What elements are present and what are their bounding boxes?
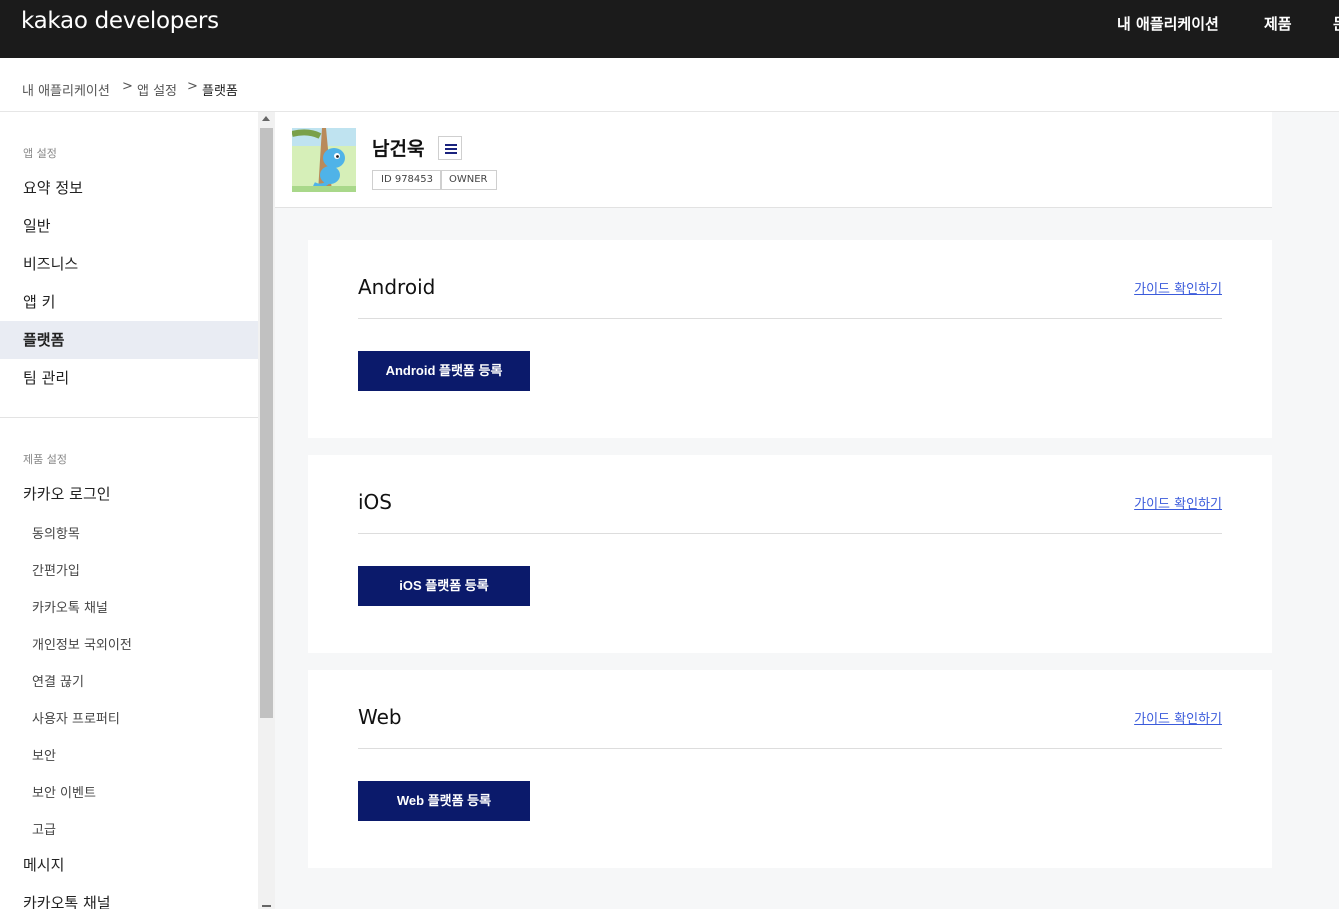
sidebar-section-product-settings: 제품 설정 — [23, 453, 67, 466]
platform-panel-ios: iOS 가이드 확인하기 iOS 플랫폼 등록 — [308, 455, 1272, 653]
nav-docs[interactable]: 문 — [1333, 13, 1339, 34]
panel-divider — [358, 748, 1222, 749]
sidebar-item-general[interactable]: 일반 — [0, 207, 258, 245]
sidebar-item-kakao-login[interactable]: 카카오 로그인 — [0, 475, 258, 513]
guide-link-ios[interactable]: 가이드 확인하기 — [1134, 493, 1222, 512]
sidebar-item-summary[interactable]: 요약 정보 — [0, 169, 258, 207]
guide-link-web[interactable]: 가이드 확인하기 — [1134, 708, 1222, 727]
sidebar-item-app-keys[interactable]: 앱 키 — [0, 283, 258, 321]
sidebar-subitem-kakaotalk-channel[interactable]: 카카오톡 채널 — [32, 597, 108, 616]
sidebar-subitem-security[interactable]: 보안 — [32, 745, 56, 764]
register-android-button[interactable]: Android 플랫폼 등록 — [358, 351, 530, 391]
app-name: 남건욱 — [372, 138, 425, 160]
register-ios-button[interactable]: iOS 플랫폼 등록 — [358, 566, 530, 606]
platform-panel-web: Web 가이드 확인하기 Web 플랫폼 등록 — [308, 670, 1272, 868]
platform-title-web: Web — [358, 705, 402, 729]
platform-panel-android: Android 가이드 확인하기 Android 플랫폼 등록 — [308, 240, 1272, 438]
sidebar-item-platform[interactable]: 플랫폼 — [0, 321, 258, 359]
breadcrumb-separator: > — [187, 79, 198, 94]
app-header — [275, 112, 1272, 208]
scroll-up-arrow-icon[interactable] — [262, 116, 270, 121]
sidebar-item-message[interactable]: 메시지 — [0, 846, 258, 884]
breadcrumb-separator: > — [122, 79, 133, 94]
app-role-tag: OWNER — [440, 170, 497, 190]
breadcrumb-platform: 플랫폼 — [202, 84, 238, 99]
sidebar-subitem-advanced[interactable]: 고급 — [32, 819, 56, 838]
sidebar-subitem-unlink[interactable]: 연결 끊기 — [32, 671, 84, 690]
platform-title-ios: iOS — [358, 490, 392, 514]
platform-title-android: Android — [358, 275, 436, 299]
sidebar-item-kakaotalk-channel[interactable]: 카카오톡 채널 — [0, 884, 258, 909]
sidebar-subitem-simple-signup[interactable]: 간편가입 — [32, 560, 80, 579]
scroll-down-arrow-icon[interactable] — [262, 905, 271, 907]
panel-divider — [358, 318, 1222, 319]
sidebar-subitem-security-events[interactable]: 보안 이벤트 — [32, 782, 96, 801]
sidebar: 앱 설정 요약 정보 일반 비즈니스 앱 키 플랫폼 팀 관리 제품 설정 카카… — [0, 112, 258, 909]
guide-link-android[interactable]: 가이드 확인하기 — [1134, 278, 1222, 297]
sidebar-item-business[interactable]: 비즈니스 — [0, 245, 258, 283]
sidebar-section-app-settings: 앱 설정 — [23, 147, 57, 160]
top-header: kakao developers 내 애플리케이션 제품 문 — [0, 0, 1339, 58]
panel-divider — [358, 533, 1222, 534]
nav-products[interactable]: 제품 — [1264, 13, 1292, 34]
breadcrumb: 내 애플리케이션 > 앱 설정 > 플랫폼 — [0, 58, 1339, 112]
nav-my-applications[interactable]: 내 애플리케이션 — [1117, 13, 1219, 34]
sidebar-subitem-user-properties[interactable]: 사용자 프로퍼티 — [32, 708, 120, 727]
breadcrumb-app-settings[interactable]: 앱 설정 — [137, 80, 177, 99]
sidebar-subitem-consent[interactable]: 동의항목 — [32, 523, 80, 542]
app-list-button[interactable] — [438, 136, 462, 160]
sidebar-scroll-thumb[interactable] — [260, 128, 273, 718]
sidebar-item-team[interactable]: 팀 관리 — [0, 359, 258, 397]
app-id-tag: ID 978453 — [372, 170, 443, 190]
breadcrumb-my-applications[interactable]: 내 애플리케이션 — [22, 80, 110, 99]
kakao-developers-logo[interactable]: kakao developers — [21, 8, 219, 34]
register-web-button[interactable]: Web 플랫폼 등록 — [358, 781, 530, 821]
app-avatar — [292, 128, 356, 192]
app-avatar-illustration-icon — [292, 128, 356, 192]
sidebar-divider — [0, 417, 258, 418]
sidebar-subitem-overseas-transfer[interactable]: 개인정보 국외이전 — [32, 634, 132, 653]
